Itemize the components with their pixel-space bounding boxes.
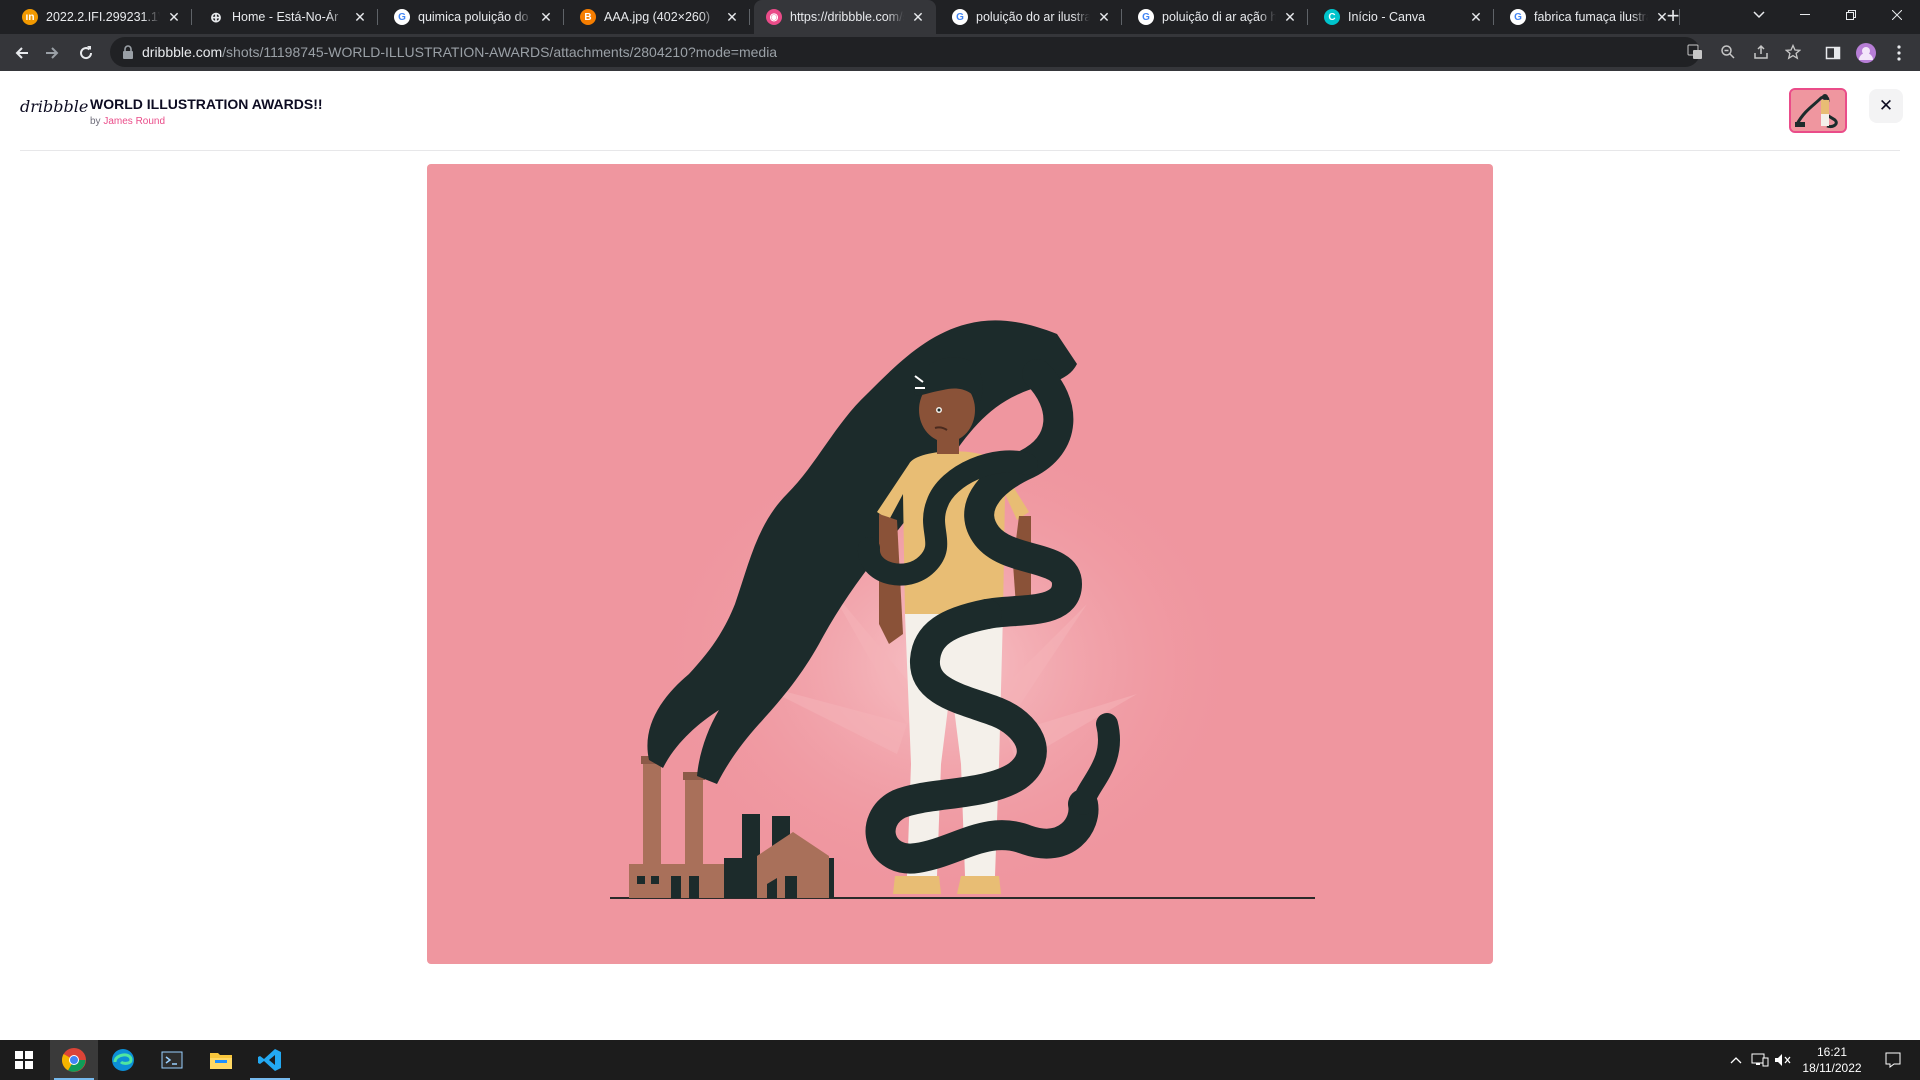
close-tab-icon[interactable]: ✕ — [538, 9, 554, 25]
attachment-thumbnail[interactable] — [1789, 88, 1847, 133]
tab-separator — [1307, 9, 1308, 25]
forward-button[interactable] — [38, 39, 66, 67]
lnn-icon: ın — [22, 9, 38, 25]
tab-title: poluição di ar ação hu — [1162, 10, 1276, 24]
browser-toolbar: dribbble.com/shots/11198745-WORLD-ILLUST… — [0, 34, 1920, 71]
terminal-icon[interactable] — [148, 1040, 196, 1080]
browser-tab[interactable]: ın 2022.2.IFI.299231.1V.R ✕ — [10, 0, 192, 34]
google-icon: G — [952, 9, 968, 25]
vscode-icon[interactable] — [246, 1040, 294, 1080]
shot-byline: by James Round — [90, 116, 165, 127]
tab-separator — [1493, 9, 1494, 25]
google-icon: G — [1510, 9, 1526, 25]
browser-tab[interactable]: ◉ https://dribbble.com/s ✕ — [754, 0, 936, 34]
tab-separator — [749, 9, 750, 25]
close-tab-icon[interactable]: ✕ — [1096, 9, 1112, 25]
tab-title: https://dribbble.com/s — [790, 10, 904, 24]
close-tab-icon[interactable]: ✕ — [1468, 9, 1484, 25]
tab-search-icon[interactable] — [1736, 0, 1782, 30]
volume-muted-icon[interactable] — [1774, 1050, 1792, 1070]
share-icon[interactable] — [1752, 43, 1770, 61]
lock-icon — [123, 45, 133, 59]
dribbble-logo[interactable]: dribbble — [20, 97, 88, 116]
tab-title: AAA.jpg (402×260) — [604, 10, 710, 24]
restore-button[interactable] — [1828, 0, 1874, 30]
zoom-icon[interactable] — [1719, 43, 1737, 61]
side-panel-icon[interactable] — [1823, 43, 1843, 63]
dribbble-icon: ◉ — [766, 9, 782, 25]
shot-image[interactable] — [427, 164, 1493, 964]
tab-title: Início - Canva — [1348, 10, 1426, 24]
back-button[interactable] — [8, 39, 36, 67]
profile-avatar[interactable] — [1856, 43, 1876, 63]
clock-date: 18/11/2022 — [1802, 1061, 1862, 1075]
notification-icon[interactable] — [1884, 1050, 1902, 1070]
tab-title: Home - Está-No-Ár — [232, 10, 339, 24]
clock-time: 16:21 — [1816, 1045, 1848, 1059]
browser-tab[interactable]: Gquimica poluição do a ✕ — [382, 0, 564, 34]
header-divider — [20, 150, 1900, 151]
edge-icon[interactable] — [99, 1040, 147, 1080]
tab-title: poluição do ar ilustraç — [976, 10, 1090, 24]
close-tab-icon[interactable]: ✕ — [1282, 9, 1298, 25]
translate-icon[interactable] — [1686, 43, 1704, 61]
dribbble-media-viewer: dribbble WORLD ILLUSTRATION AWARDS!! by … — [0, 71, 1920, 1040]
browser-tab[interactable]: Gpoluição di ar ação hu ✕ — [1126, 0, 1308, 34]
close-tab-icon[interactable]: ✕ — [166, 9, 182, 25]
browser-tab[interactable]: ⊕ Home - Está-No-Ár ✕ — [196, 0, 378, 34]
close-viewer-button[interactable]: ✕ — [1869, 89, 1903, 123]
url-text: dribbble.com/shots/11198745-WORLD-ILLUST… — [142, 44, 777, 60]
blogger-icon: B — [580, 9, 596, 25]
canva-icon: C — [1324, 9, 1340, 25]
browser-tab[interactable]: C Início - Canva ✕ — [1312, 0, 1494, 34]
google-icon: G — [1138, 9, 1154, 25]
tab-separator — [191, 9, 192, 25]
tab-title: 2022.2.IFI.299231.1V.R — [46, 10, 160, 24]
kebab-menu-icon[interactable] — [1889, 43, 1909, 63]
author-link[interactable]: James Round — [103, 116, 165, 127]
url-path: /shots/11198745-WORLD-ILLUSTRATION-AWARD… — [222, 44, 778, 60]
system-clock[interactable]: 16:21 18/11/2022 — [1794, 1044, 1870, 1076]
tab-separator — [563, 9, 564, 25]
network-icon[interactable] — [1751, 1050, 1769, 1070]
url-host: dribbble.com — [142, 44, 223, 60]
reload-button[interactable] — [72, 39, 100, 67]
byline-prefix: by — [90, 116, 101, 127]
chrome-icon[interactable] — [50, 1040, 98, 1080]
close-tab-icon[interactable]: ✕ — [352, 9, 368, 25]
file-explorer-icon[interactable] — [197, 1040, 245, 1080]
tab-title: fabrica fumaça ilustraç — [1534, 10, 1648, 24]
tab-separator — [1121, 9, 1122, 25]
address-bar[interactable]: dribbble.com/shots/11198745-WORLD-ILLUST… — [110, 37, 1801, 67]
google-icon: G — [394, 9, 410, 25]
new-tab-button[interactable]: + — [1660, 4, 1686, 30]
bookmark-star-icon[interactable] — [1784, 43, 1802, 61]
pollution-illustration — [610, 320, 1315, 904]
shot-title: WORLD ILLUSTRATION AWARDS!! — [90, 96, 323, 112]
close-tab-icon[interactable]: ✕ — [910, 9, 926, 25]
windows-start-icon[interactable] — [0, 1040, 48, 1080]
browser-tab[interactable]: Gfabrica fumaça ilustraç ✕ — [1498, 0, 1680, 34]
browser-tab[interactable]: Gpoluição do ar ilustraç ✕ — [940, 0, 1122, 34]
tray-chevron-icon[interactable] — [1727, 1050, 1745, 1070]
browser-tab[interactable]: B AAA.jpg (402×260) ✕ — [568, 0, 750, 34]
tab-separator — [377, 9, 378, 25]
tab-title: quimica poluição do a — [418, 10, 532, 24]
close-window-button[interactable] — [1874, 0, 1920, 30]
windows-taskbar: 16:21 18/11/2022 — [0, 1040, 1920, 1080]
tab-strip: ın 2022.2.IFI.299231.1V.R ✕ ⊕ Home - Está-No… — [0, 0, 1920, 34]
globe-icon: ⊕ — [208, 9, 224, 25]
minimize-button[interactable] — [1782, 0, 1828, 30]
close-tab-icon[interactable]: ✕ — [724, 9, 740, 25]
